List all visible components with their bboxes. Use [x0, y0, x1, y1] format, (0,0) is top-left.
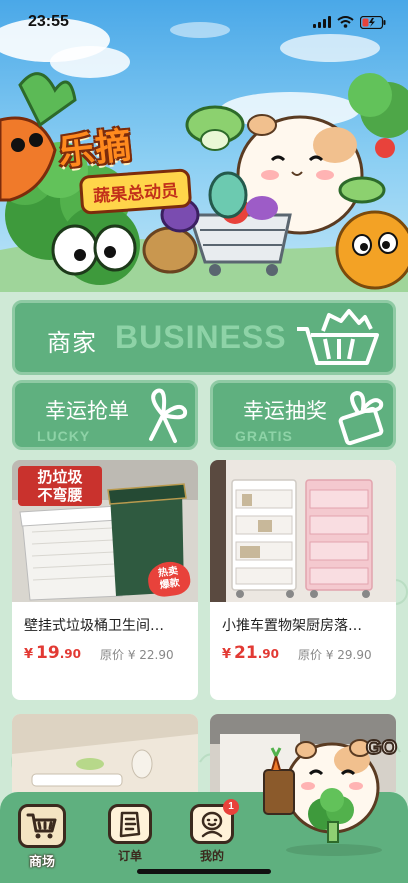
hero-logo-title: 乐摘: [56, 125, 135, 174]
product-price: ¥ 21 .90: [222, 643, 279, 663]
cart-icon: [26, 813, 57, 839]
lucky-draw-title: 幸运抽奖: [243, 399, 327, 423]
wifi-icon: [337, 16, 354, 28]
price-decimal: .90: [257, 647, 279, 661]
mascot-go-label: GO: [366, 737, 397, 759]
order-list-icon: [119, 811, 141, 838]
hero-logo-subtitle: 蔬果总动员: [78, 168, 193, 215]
lucky-grab-subtitle: LUCKY: [37, 428, 91, 444]
product-image: [210, 460, 396, 602]
product-card[interactable]: 扔垃圾 不弯腰 热卖 爆款 壁挂式垃圾桶卫生间… ¥ 19 .90 原价 ¥ 2…: [12, 460, 198, 700]
battery-charging-icon: [360, 15, 386, 29]
tab-mall[interactable]: 商场: [12, 804, 72, 870]
product-original-price: 原价 ¥ 29.90: [298, 648, 372, 662]
tab-label: 订单: [117, 849, 142, 863]
status-bar: 23:55: [0, 0, 408, 44]
notification-badge: 1: [223, 799, 239, 815]
lucky-draw-subtitle: GRATIS: [235, 428, 293, 444]
gift-bow-icon: [149, 388, 188, 443]
tab-profile[interactable]: 1 我的: [182, 799, 242, 870]
tab-label: 商场: [28, 855, 55, 870]
status-time: 23:55: [28, 13, 69, 30]
home-indicator: [137, 869, 271, 874]
shopping-basket-icon: [297, 309, 379, 365]
tab-icon-box: 1: [190, 799, 239, 844]
lucky-draw-card[interactable]: 幸运抽奖 GRATIS: [210, 380, 396, 450]
business-title-cn: 商家: [47, 329, 97, 357]
hero-logo: 乐摘 蔬果总动员: [50, 120, 220, 215]
price-integer: 21: [234, 643, 258, 663]
gift-box-icon: [338, 391, 384, 446]
product-name: 壁挂式垃圾桶卫生间…: [24, 618, 164, 634]
trolley-shelf-illustration: [210, 460, 396, 602]
lucky-grab-title: 幸运抢单: [45, 399, 129, 423]
tab-icon-box: [108, 804, 152, 844]
price-integer: 19: [36, 643, 60, 663]
content-area[interactable]: BUSINESS 商家 幸运抢单 LUCKY 幸运抽奖 GRATIS 扔垃圾 不…: [0, 292, 408, 792]
product-card[interactable]: [12, 714, 198, 792]
status-icons: [313, 15, 386, 29]
price-currency: ¥: [24, 647, 34, 662]
price-currency: ¥: [222, 647, 232, 662]
profile-icon: [201, 811, 223, 838]
tab-orders[interactable]: 订单: [100, 804, 160, 870]
lucky-grab-order-card[interactable]: 幸运抢单 LUCKY: [12, 380, 198, 450]
product-original-price: 原价 ¥ 22.90: [100, 648, 174, 662]
tab-icon-box: [18, 804, 66, 848]
product-image: [12, 714, 198, 792]
business-title-en: BUSINESS: [115, 319, 287, 355]
business-entry-card[interactable]: BUSINESS 商家: [12, 300, 396, 375]
product-name: 小推车置物架厨房落…: [222, 618, 362, 634]
product-promo-badge: 扔垃圾 不弯腰: [18, 466, 102, 506]
product-price: ¥ 19 .90: [24, 643, 81, 663]
mascot-go-button[interactable]: GO: [262, 718, 408, 858]
price-decimal: .90: [59, 647, 81, 661]
product-card[interactable]: 小推车置物架厨房落… ¥ 21 .90 原价 ¥ 29.90: [210, 460, 396, 700]
tab-label: 我的: [199, 849, 224, 863]
product-image: 扔垃圾 不弯腰 热卖 爆款: [12, 460, 198, 602]
signal-icon: [313, 16, 331, 28]
